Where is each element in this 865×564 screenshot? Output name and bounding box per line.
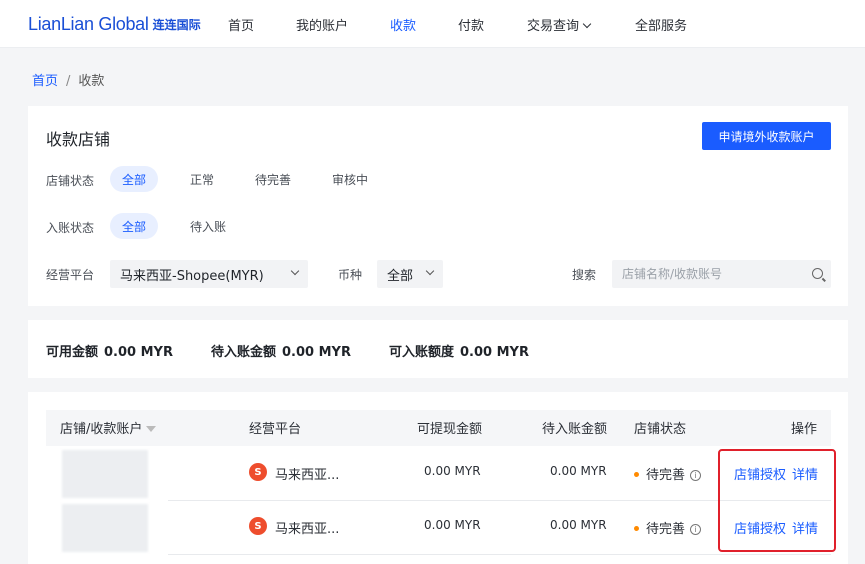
page-title: 收款店铺 (46, 130, 111, 149)
store-status-chip-incomplete[interactable]: 待完善 (243, 166, 303, 192)
nav-receive[interactable]: 收款 (390, 15, 416, 34)
store-name-redacted (62, 504, 148, 552)
stat-credit-label: 可入账额度 (389, 345, 455, 360)
chevron-down-icon (290, 266, 300, 276)
row-platform: 马来西亚... (275, 468, 340, 483)
status-dot (634, 526, 639, 531)
nav-pay[interactable]: 付款 (458, 15, 484, 34)
store-status-chip-reviewing[interactable]: 审核中 (320, 166, 380, 192)
row-pending: 0.00 MYR (550, 518, 607, 532)
platform-select[interactable]: 马来西亚-Shopee(MYR) (110, 260, 308, 288)
column-header-pending: 待入账金额 (542, 422, 608, 437)
row-withdrawable: 0.00 MYR (424, 518, 481, 532)
logo-chinese: 连连国际 (152, 17, 201, 32)
row-status: 待完善 i (634, 464, 702, 483)
store-status-label: 店铺状态 (46, 174, 95, 188)
column-header-store-label: 店铺/收款账户 (60, 422, 143, 437)
nav-transaction-query-label: 交易查询 (527, 19, 580, 34)
search-box (612, 260, 831, 288)
filter-icon[interactable] (146, 426, 157, 432)
store-status-chip-normal[interactable]: 正常 (178, 166, 226, 192)
detail-link[interactable]: 详情 (792, 518, 818, 537)
column-header-store[interactable]: 店铺/收款账户 (60, 418, 157, 437)
nav-home[interactable]: 首页 (228, 15, 254, 34)
stat-available-value: 0.00 MYR (104, 345, 173, 360)
stat-pending: 待入账金额 0.00 MYR (211, 341, 351, 360)
stat-available-label: 可用金额 (46, 345, 99, 360)
nav-all-services[interactable]: 全部服务 (635, 15, 687, 34)
row-platform: 马来西亚... (275, 522, 340, 537)
stat-pending-value: 0.00 MYR (282, 345, 351, 360)
currency-select[interactable]: 全部 (377, 260, 443, 288)
store-name-redacted (62, 450, 148, 498)
stat-credit: 可入账额度 0.00 MYR (389, 341, 529, 360)
entry-status-chip-all[interactable]: 全部 (110, 213, 159, 239)
summary-card: 可用金额 0.00 MYR 待入账金额 0.00 MYR 可入账额度 0.00 MYR (28, 320, 848, 378)
top-navigation: LianLian Global 连连国际 首页 我的账户 收款 付款 交易查询 … (0, 0, 865, 48)
info-icon[interactable]: i (690, 524, 702, 535)
search-input[interactable] (622, 267, 802, 281)
stat-pending-label: 待入账金额 (211, 345, 277, 360)
row-withdrawable: 0.00 MYR (424, 464, 481, 478)
logo-english: LianLian Global (28, 13, 149, 34)
store-authorize-link[interactable]: 店铺授权 (734, 518, 786, 537)
breadcrumb: 首页 / 收款 (32, 70, 104, 89)
row-status: 待完善 i (634, 518, 702, 537)
breadcrumb-separator: / (66, 74, 71, 89)
column-header-status: 店铺状态 (634, 422, 687, 437)
brand-logo[interactable]: LianLian Global 连连国际 (28, 13, 201, 35)
search-icon[interactable] (812, 268, 823, 279)
chevron-down-icon (425, 266, 435, 276)
column-header-actions: 操作 (791, 422, 818, 437)
row-status-text: 待完善 (646, 468, 686, 483)
stat-credit-value: 0.00 MYR (460, 345, 529, 360)
column-header-platform: 经营平台 (249, 422, 302, 437)
row-pending: 0.00 MYR (550, 464, 607, 478)
apply-overseas-account-button[interactable]: 申请境外收款账户 (702, 122, 831, 150)
entry-status-chip-pending[interactable]: 待入账 (178, 213, 238, 239)
currency-select-value: 全部 (387, 268, 414, 284)
store-table-card: 店铺/收款账户 经营平台 可提现金额 待入账金额 店铺状态 操作 S 马来西亚.… (28, 392, 848, 564)
store-authorize-link[interactable]: 店铺授权 (734, 464, 786, 483)
status-dot (634, 472, 639, 477)
breadcrumb-home[interactable]: 首页 (32, 74, 58, 89)
nav-transaction-query[interactable]: 交易查询 (527, 15, 592, 34)
search-label: 搜索 (572, 268, 597, 282)
breadcrumb-current: 收款 (78, 74, 105, 89)
entry-status-label: 入账状态 (46, 221, 95, 235)
row-divider (168, 500, 831, 501)
nav-my-account[interactable]: 我的账户 (296, 15, 348, 34)
platform-select-value: 马来西亚-Shopee(MYR) (120, 268, 264, 284)
detail-link[interactable]: 详情 (792, 464, 818, 483)
platform-label: 经营平台 (46, 268, 95, 282)
shopee-icon: S (249, 463, 267, 481)
info-icon[interactable]: i (690, 470, 702, 481)
shopee-icon: S (249, 517, 267, 535)
column-header-withdrawable: 可提现金额 (417, 422, 483, 437)
row-divider (168, 554, 831, 555)
chevron-down-icon (582, 19, 592, 29)
stat-available: 可用金额 0.00 MYR (46, 341, 173, 360)
currency-label: 币种 (338, 268, 363, 282)
store-status-chip-all[interactable]: 全部 (110, 166, 159, 192)
row-status-text: 待完善 (646, 522, 686, 537)
